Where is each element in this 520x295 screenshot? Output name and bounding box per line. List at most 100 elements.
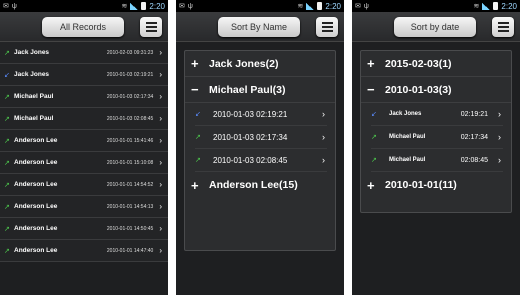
battery-icon <box>317 2 323 10</box>
clock: 2:20 <box>501 1 517 11</box>
menu-icon <box>497 21 509 24</box>
menu-icon <box>145 21 157 24</box>
row-datetime: 2010-01-01 14:47:40 <box>106 247 154 254</box>
chevron-right-icon: › <box>159 92 162 101</box>
item-name: Jack Jones <box>389 111 422 117</box>
outgoing-call-icon: ↗ <box>195 157 201 164</box>
notification-icon: ✉ <box>355 3 361 10</box>
row-datetime: 2010-01-01 15:41:46 <box>106 137 154 144</box>
incoming-call-icon: ↙ <box>371 111 377 118</box>
outgoing-call-icon: ↗ <box>4 115 10 123</box>
grouped-panel: +2015-02-03(1) −2010-01-03(3) ↙ Jack Jone… <box>360 50 512 213</box>
chevron-right-icon: › <box>498 132 501 142</box>
row-name: Jack Jones <box>14 49 50 56</box>
group-header[interactable]: +2010-01-01(11) <box>361 172 511 198</box>
table-row[interactable]: ↗ Anderson Lee 2010-01-01 14:47:40 › <box>0 240 168 262</box>
expand-icon: + <box>367 177 375 193</box>
chevron-right-icon: › <box>498 155 501 165</box>
usb-icon: ψ <box>363 2 369 10</box>
group-label: Michael Paul(3) <box>209 83 286 96</box>
list-item[interactable]: ↗ 2010-01-03 02:08:45 › <box>195 149 327 172</box>
chevron-right-icon: › <box>159 202 162 211</box>
menu-button[interactable] <box>140 16 162 37</box>
list-item[interactable]: ↗ 2010-01-03 02:17:34 › <box>195 126 327 149</box>
row-name: Michael Paul <box>14 93 54 100</box>
row-datetime: 2010-02-03 09:31:23 <box>106 49 154 56</box>
outgoing-call-icon: ↗ <box>4 49 10 57</box>
menu-icon <box>321 21 333 24</box>
item-time: 02:08:45 <box>460 156 488 164</box>
battery-icon <box>493 2 499 10</box>
row-name: Jack Jones <box>14 71 50 78</box>
screen-all-records: ✉ ψ ≋ 2:20 All Records ↗ Jack Jones 2010-02-… <box>0 0 168 295</box>
screen-sort-by-name: ✉ ψ ≋ 2:20 Sort By Name + Jack Jones(2) − Mi… <box>176 0 344 295</box>
table-row[interactable]: ↗ Michael Paul 2010-01-03 02:17:34 › <box>0 86 168 108</box>
item-datetime: 2010-01-03 02:08:45 <box>213 155 288 165</box>
grouped-panel: + Jack Jones(2) − Michael Paul(3) ↙ 2010-01… <box>184 50 336 251</box>
row-name: Anderson Lee <box>14 159 58 166</box>
list-item[interactable]: ↗ Michael Paul 02:08:45 › <box>371 149 503 172</box>
list-item[interactable]: ↗ Michael Paul 02:17:34 › <box>371 126 503 149</box>
list-item[interactable]: ↙ Jack Jones 02:19:21 › <box>371 103 503 126</box>
table-row[interactable]: ↗ Anderson Lee 2010-01-01 14:54:52 › <box>0 174 168 196</box>
top-bar: Sort By Name <box>176 12 344 42</box>
group-label: 2015-02-03(1) <box>385 57 452 70</box>
clock: 2:20 <box>149 1 165 11</box>
chevron-right-icon: › <box>498 109 501 119</box>
notification-icon: ✉ <box>3 3 9 10</box>
chevron-right-icon: › <box>159 180 162 189</box>
group-label: 2010-01-03(3) <box>385 83 452 96</box>
chevron-right-icon: › <box>159 70 162 79</box>
outgoing-call-icon: ↗ <box>4 137 10 145</box>
chevron-right-icon: › <box>159 246 162 255</box>
records-list: ↗ Jack Jones 2010-02-03 09:31:23 › ↙ Jack Jon… <box>0 42 168 262</box>
table-row[interactable]: ↗ Anderson Lee 2010-01-01 14:54:13 › <box>0 196 168 218</box>
group-header[interactable]: +2015-02-03(1) <box>361 51 511 77</box>
group-header[interactable]: + Jack Jones(2) <box>185 51 335 77</box>
row-datetime: 2010-01-03 02:08:45 <box>106 115 154 122</box>
table-row[interactable]: ↗ Anderson Lee 2010-01-01 15:10:08 › <box>0 152 168 174</box>
item-name: Michael Paul <box>389 157 426 163</box>
table-row[interactable]: ↗ Anderson Lee 2010-01-01 14:50:45 › <box>0 218 168 240</box>
wifi-icon: ≋ <box>297 3 304 10</box>
outgoing-call-icon: ↗ <box>4 93 10 101</box>
table-row[interactable]: ↗ Anderson Lee 2010-01-01 15:41:46 › <box>0 130 168 152</box>
usb-icon: ψ <box>11 2 17 10</box>
expand-icon: + <box>367 56 375 71</box>
sort-button[interactable]: Sort By Name <box>218 16 300 37</box>
signal-icon <box>130 2 139 10</box>
table-row[interactable]: ↗ Michael Paul 2010-01-03 02:08:45 › <box>0 108 168 130</box>
item-datetime: 2010-01-03 02:17:34 <box>213 132 288 142</box>
group-header[interactable]: + Anderson Lee(15) <box>185 172 335 198</box>
row-name: Anderson Lee <box>14 203 58 210</box>
filter-button[interactable]: All Records <box>42 16 124 37</box>
row-datetime: 2010-01-01 14:50:45 <box>106 225 154 232</box>
menu-button[interactable] <box>316 16 338 37</box>
menu-button[interactable] <box>492 16 514 37</box>
group-header[interactable]: −2010-01-03(3) <box>361 77 511 103</box>
group-header[interactable]: − Michael Paul(3) <box>185 77 335 103</box>
item-name: Michael Paul <box>389 134 426 140</box>
outgoing-call-icon: ↗ <box>4 203 10 211</box>
expand-icon: + <box>191 56 199 71</box>
sort-button[interactable]: Sort by date <box>394 16 476 37</box>
table-row[interactable]: ↗ Jack Jones 2010-02-03 09:31:23 › <box>0 42 168 64</box>
clock: 2:20 <box>325 1 341 11</box>
row-datetime: 2010-01-01 14:54:52 <box>106 181 154 188</box>
item-time: 02:17:34 <box>460 133 488 141</box>
row-datetime: 2010-01-01 14:54:13 <box>106 203 154 210</box>
outgoing-call-icon: ↗ <box>4 159 10 167</box>
table-row[interactable]: ↙ Jack Jones 2010-01-03 02:19:21 › <box>0 64 168 86</box>
outgoing-call-icon: ↗ <box>195 134 201 141</box>
list-item[interactable]: ↙ 2010-01-03 02:19:21 › <box>195 103 327 126</box>
group-label: 2010-01-01(11) <box>385 179 457 191</box>
panel-empty-space <box>185 198 335 250</box>
notification-icon: ✉ <box>179 3 185 10</box>
collapse-icon: − <box>191 82 199 97</box>
row-datetime: 2010-01-03 02:19:21 <box>106 71 154 78</box>
outgoing-call-icon: ↗ <box>4 225 10 233</box>
incoming-call-icon: ↙ <box>4 71 10 79</box>
outgoing-call-icon: ↗ <box>4 181 10 189</box>
row-name: Anderson Lee <box>14 181 58 188</box>
status-bar: ✉ ψ ≋ 2:20 <box>176 0 344 12</box>
